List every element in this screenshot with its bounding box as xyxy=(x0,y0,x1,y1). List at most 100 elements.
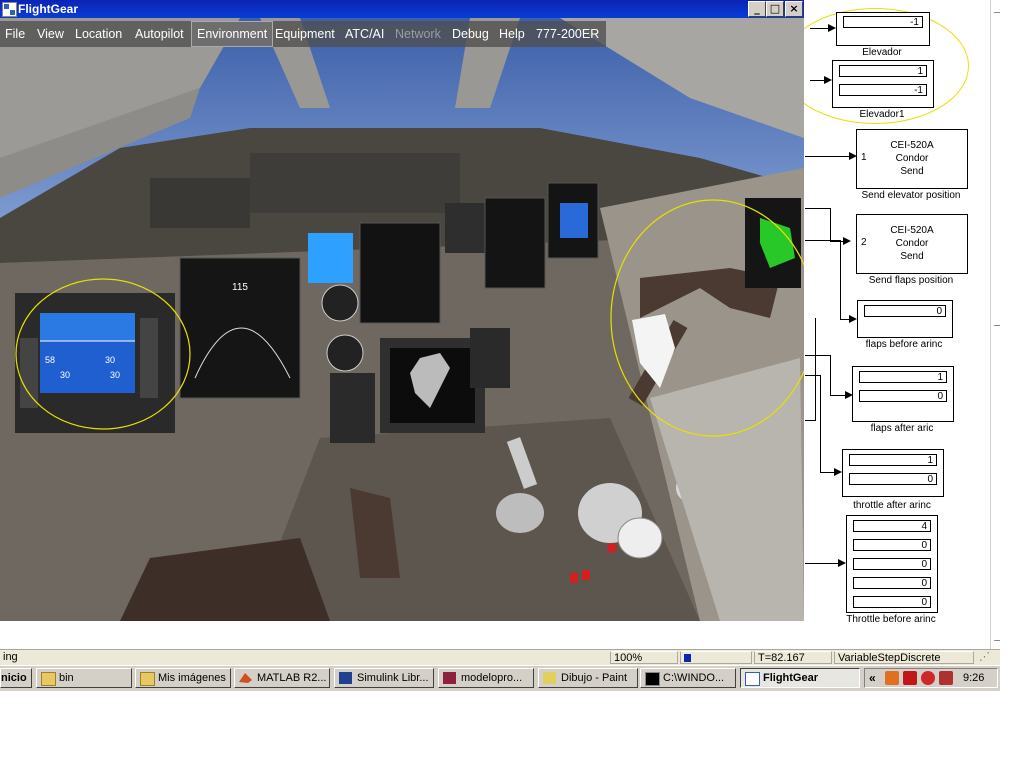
taskbar-item-flightgear[interactable]: FlightGear xyxy=(740,668,860,688)
taskbar-item-simulink-library[interactable]: Simulink Libr... xyxy=(334,668,434,688)
start-button[interactable]: nicio xyxy=(0,668,32,688)
solver-name: VariableStepDiscrete xyxy=(834,651,974,664)
flightgear-titlebar[interactable]: FlightGear _ □ × xyxy=(0,0,804,18)
folder-icon xyxy=(41,672,56,686)
windows-taskbar: nicio bin Mis imágenes MATLAB R2... Simu… xyxy=(0,665,1000,691)
throttle-before-label: Throttle before arinc xyxy=(846,614,936,625)
resize-grip[interactable]: ⋰ xyxy=(976,651,996,664)
antivirus-icon[interactable] xyxy=(921,671,935,685)
taskbar-item-bin[interactable]: bin xyxy=(36,668,132,688)
java-update-icon[interactable] xyxy=(885,671,899,685)
throttle-after-display-block[interactable]: 1 0 xyxy=(842,449,944,497)
flightgear-window-title: FlightGear xyxy=(18,2,79,16)
throttle-before-value-5: 0 xyxy=(853,596,931,608)
simulink-model-icon xyxy=(443,672,456,684)
elevador1-display-block[interactable]: 1 -1 xyxy=(832,60,934,108)
maximize-button[interactable]: □ xyxy=(766,1,784,17)
send-elevator-line2: Condor xyxy=(895,153,929,164)
throttle-after-value-1: 1 xyxy=(849,454,937,466)
taskbar-item-label: C:\WINDO... xyxy=(663,672,725,684)
taskbar-item-label: Simulink Libr... xyxy=(357,672,429,684)
menu-atc-ai[interactable]: ATC/AI xyxy=(340,21,389,47)
simulink-icon xyxy=(339,672,352,684)
system-tray: « 9:26 xyxy=(864,668,998,688)
throttle-before-display-block[interactable]: 4 0 0 0 0 xyxy=(846,515,938,613)
svg-text:58: 58 xyxy=(45,355,55,365)
throttle-before-value-2: 0 xyxy=(853,539,931,551)
elevador1-label: Elevador1 xyxy=(859,109,905,120)
status-text: ing xyxy=(3,651,18,663)
taskbar-item-modelo[interactable]: modelopro... xyxy=(438,668,534,688)
close-button[interactable]: × xyxy=(785,1,803,17)
flaps-before-label: flaps before arinc xyxy=(865,339,943,350)
flightgear-window[interactable]: FlightGear _ □ × 58 30 30 30 115 File Vi… xyxy=(0,0,804,621)
send-elevator-line1: CEI-520A xyxy=(890,140,934,151)
menu-location[interactable]: Location xyxy=(70,21,127,47)
tray-expand-chevron[interactable]: « xyxy=(869,671,876,685)
send-flaps-line2: Condor xyxy=(895,238,929,249)
taskbar-item-paint[interactable]: Dibujo - Paint xyxy=(538,668,638,688)
flaps-before-value: 0 xyxy=(864,305,946,317)
send-elevator-line3: Send xyxy=(900,166,924,177)
send-flaps-label: Send flaps position xyxy=(868,275,954,286)
taskbar-item-label: MATLAB R2... xyxy=(257,672,327,684)
elevador-value: -1 xyxy=(843,16,923,28)
taskbar-item-label: Dibujo - Paint xyxy=(561,672,628,684)
menu-aircraft[interactable]: 777-200ER xyxy=(531,21,604,47)
sim-progress-fill xyxy=(684,654,691,662)
throttle-before-value-4: 0 xyxy=(853,577,931,589)
svg-text:30: 30 xyxy=(60,370,70,380)
flightgear-window-icon xyxy=(2,2,17,17)
sim-time: T=82.167 xyxy=(754,651,832,664)
folder-image-icon xyxy=(140,672,155,686)
acrobat-icon[interactable] xyxy=(903,671,917,685)
send-flaps-line1: CEI-520A xyxy=(890,225,934,236)
cockpit-3d-view[interactable]: 58 30 30 30 115 xyxy=(0,18,804,621)
taskbar-item-label: bin xyxy=(59,672,74,684)
menu-equipment[interactable]: Equipment xyxy=(270,21,340,47)
flaps-after-display-block[interactable]: 1 0 xyxy=(852,366,954,422)
menu-autopilot[interactable]: Autopilot xyxy=(130,21,189,47)
taskbar-item-label: Mis imágenes xyxy=(158,672,226,684)
svg-text:30: 30 xyxy=(105,355,115,365)
menu-environment[interactable]: Environment xyxy=(191,21,274,47)
send-flaps-block[interactable]: 2 CEI-520A Condor Send xyxy=(856,214,968,274)
menu-debug[interactable]: Debug xyxy=(447,21,494,47)
matlab-icon xyxy=(239,672,252,684)
throttle-after-value-2: 0 xyxy=(849,473,937,485)
elevador-label: Elevador xyxy=(862,47,902,58)
taskbar-item-mis-imagenes[interactable]: Mis imágenes xyxy=(135,668,231,688)
simulink-scrollbar[interactable] xyxy=(990,0,1001,650)
minimize-button[interactable]: _ xyxy=(748,1,766,17)
security-shield-icon[interactable] xyxy=(939,671,953,685)
throttle-before-value-1: 4 xyxy=(853,520,931,532)
taskbar-item-matlab[interactable]: MATLAB R2... xyxy=(234,668,330,688)
flaps-before-display-block[interactable]: 0 xyxy=(857,300,953,338)
simulink-statusbar: ing 100% T=82.167 VariableStepDiscrete ⋰ xyxy=(0,649,1000,666)
zoom-level: 100% xyxy=(610,651,678,664)
flaps-after-value-1: 1 xyxy=(859,371,947,383)
send-elevator-block[interactable]: 1 CEI-520A Condor Send xyxy=(856,129,968,189)
flightgear-menubar: File View Location Autopilot Environment… xyxy=(0,21,606,47)
paint-icon xyxy=(543,672,556,684)
throttle-before-value-3: 0 xyxy=(853,558,931,570)
svg-text:115: 115 xyxy=(232,282,248,293)
clock[interactable]: 9:26 xyxy=(963,672,984,684)
flaps-after-value-2: 0 xyxy=(859,390,947,402)
flaps-after-label: flaps after aric xyxy=(870,423,934,434)
start-label: nicio xyxy=(1,672,27,684)
svg-text:30: 30 xyxy=(110,370,120,380)
menu-help[interactable]: Help xyxy=(494,21,530,47)
send-flaps-line3: Send xyxy=(900,251,924,262)
menu-file[interactable]: File xyxy=(0,21,30,47)
cmd-icon xyxy=(645,672,660,686)
menu-view[interactable]: View xyxy=(32,21,69,47)
taskbar-item-label: modelopro... xyxy=(461,672,523,684)
elevador-display-block[interactable]: -1 xyxy=(836,12,930,46)
menu-network[interactable]: Network xyxy=(390,21,446,47)
throttle-after-label: throttle after arinc xyxy=(853,500,931,511)
taskbar-item-cmd[interactable]: C:\WINDO... xyxy=(640,668,736,688)
elevador1-value-1: 1 xyxy=(839,65,927,77)
taskbar-item-label: FlightGear xyxy=(763,672,819,684)
cockpit-scene: 58 30 30 30 115 xyxy=(0,18,804,621)
